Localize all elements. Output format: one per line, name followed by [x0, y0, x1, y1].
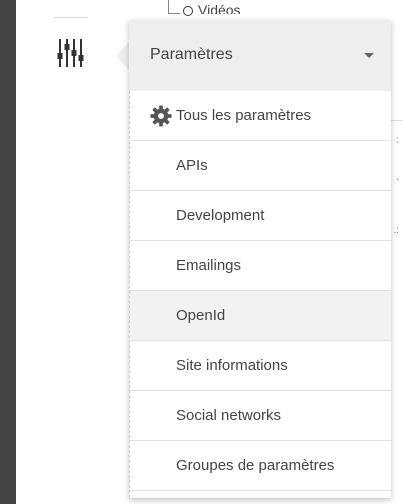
- menu-list: Tous les paramètres APIs Development Ema…: [129, 91, 391, 498]
- tree-branch: [168, 13, 180, 14]
- menu-item-label: APIs: [176, 157, 208, 174]
- menu-item-label: Tous les paramètres: [176, 107, 312, 124]
- menu-title: Paramètres: [150, 46, 233, 63]
- settings-dropdown-menu: Paramètres Tous les paramètres APIs Deve…: [129, 20, 391, 498]
- menu-item-label: OpenId: [176, 307, 226, 324]
- left-sidebar-bar: [0, 0, 16, 504]
- menu-item-social-networks[interactable]: Social networks: [130, 391, 391, 441]
- rail-divider: [54, 17, 88, 18]
- menu-pointer-arrow: [116, 42, 129, 70]
- background-text-fragment: :: [396, 135, 399, 146]
- tree-line: [168, 0, 169, 14]
- menu-item-openid[interactable]: OpenId: [130, 291, 391, 341]
- menu-item-all-settings[interactable]: Tous les paramètres: [130, 91, 391, 141]
- menu-item-label: Site informations: [176, 357, 288, 374]
- menu-item-label: Social networks: [176, 407, 282, 424]
- background-text-fragment: .: [396, 172, 399, 183]
- radio-icon[interactable]: [183, 6, 193, 16]
- background-text-fragment: .:: [393, 225, 399, 236]
- caret-down-icon[interactable]: [364, 53, 374, 58]
- gear-icon: [150, 105, 172, 127]
- tree-item-videos[interactable]: Vidéos: [198, 2, 241, 14]
- icon-rail: [16, 0, 126, 504]
- menu-item-label: Groupes de paramètres: [176, 457, 335, 474]
- menu-item-label: Emailings: [176, 257, 242, 274]
- menu-item-development[interactable]: Development: [130, 191, 391, 241]
- menu-item-site-informations[interactable]: Site informations: [130, 341, 391, 391]
- menu-item-apis[interactable]: APIs: [130, 141, 391, 191]
- menu-item-label: Development: [176, 207, 265, 224]
- menu-item-parameter-groups[interactable]: Groupes de paramètres: [130, 441, 391, 491]
- sliders-icon[interactable]: [55, 35, 85, 71]
- menu-item-emailings[interactable]: Emailings: [130, 241, 391, 291]
- menu-header[interactable]: Paramètres: [129, 20, 391, 91]
